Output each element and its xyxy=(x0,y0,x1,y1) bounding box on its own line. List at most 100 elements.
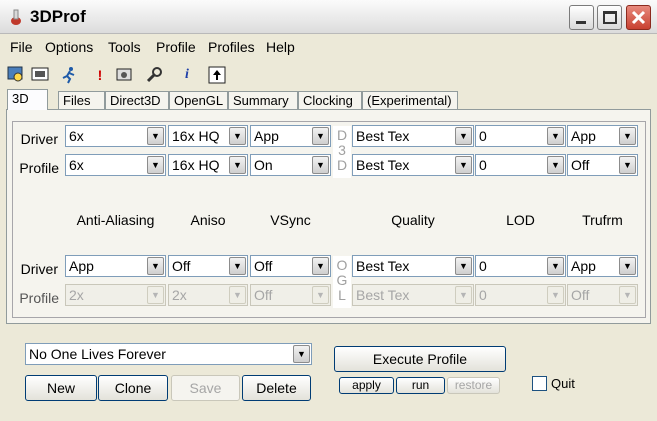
execute-profile-button[interactable]: Execute Profile xyxy=(334,346,506,372)
chevron-down-icon: ▼ xyxy=(619,257,636,275)
chevron-down-icon: ▼ xyxy=(229,286,246,304)
chevron-down-icon: ▼ xyxy=(455,156,472,174)
chevron-down-icon: ▼ xyxy=(455,286,472,304)
chevron-down-icon: ▼ xyxy=(619,127,636,145)
d3d-driver-label: Driver xyxy=(20,131,58,147)
maximize-icon xyxy=(603,11,617,24)
d3d-profile-trufrm-select[interactable]: Off ▼ xyxy=(567,154,638,176)
d3d-profile-aniso-select[interactable]: 16x HQ ▼ xyxy=(168,154,248,176)
ogl-profile-lod-select: 0 ▼ xyxy=(475,284,566,306)
title-bar[interactable] xyxy=(0,0,657,34)
display-icon[interactable] xyxy=(31,66,49,84)
ogl-driver-vsync-select[interactable]: Off ▼ xyxy=(250,255,331,277)
ogl-driver-aniso-select[interactable]: Off ▼ xyxy=(168,255,248,277)
tab-3d[interactable]: 3D xyxy=(7,89,48,110)
menu-profile[interactable]: Profile xyxy=(156,39,196,55)
chevron-down-icon: ▼ xyxy=(547,156,564,174)
quit-checkbox[interactable] xyxy=(532,376,547,391)
save-button: Save xyxy=(171,375,240,401)
chevron-down-icon: ▼ xyxy=(312,156,329,174)
wrench-icon[interactable] xyxy=(145,66,163,84)
d3d-profile-vsync-select[interactable]: On ▼ xyxy=(250,154,331,176)
tab-experimental[interactable]: (Experimental) xyxy=(362,91,458,109)
d3d-vertical-label: D3D xyxy=(333,126,351,178)
profile-select[interactable]: No One Lives Forever ▼ xyxy=(25,343,312,365)
apply-button[interactable]: apply xyxy=(339,377,394,394)
d3d-driver-vsync-select[interactable]: App ▼ xyxy=(250,125,331,147)
d3d-driver-trufrm-select[interactable]: App ▼ xyxy=(567,125,638,147)
info-icon[interactable]: i xyxy=(178,66,196,84)
chevron-down-icon: ▼ xyxy=(619,156,636,174)
tab-files[interactable]: Files xyxy=(58,91,105,109)
chevron-down-icon: ▼ xyxy=(312,286,329,304)
menu-file[interactable]: File xyxy=(10,39,33,55)
quit-label: Quit xyxy=(551,376,575,391)
exclamation-icon[interactable]: ! xyxy=(91,66,109,84)
tab-clocking[interactable]: Clocking xyxy=(298,91,362,109)
column-lod: LOD xyxy=(506,212,535,228)
chevron-down-icon: ▼ xyxy=(229,156,246,174)
chevron-down-icon: ▼ xyxy=(312,257,329,275)
new-button[interactable]: New xyxy=(25,375,97,401)
window-title: 3DProf xyxy=(30,7,86,26)
menu-bar: File Options Tools Profile Profiles Help xyxy=(0,36,657,58)
close-icon xyxy=(631,10,646,25)
column-trufrm: Trufrm xyxy=(582,212,623,228)
chevron-down-icon: ▼ xyxy=(147,286,164,304)
chevron-down-icon: ▼ xyxy=(147,127,164,145)
d3d-profile-lod-select[interactable]: 0 ▼ xyxy=(475,154,566,176)
delete-button[interactable]: Delete xyxy=(242,375,311,401)
ogl-profile-aniso-select: 2x ▼ xyxy=(168,284,248,306)
column-quality: Quality xyxy=(391,212,435,228)
menu-profiles[interactable]: Profiles xyxy=(208,39,255,55)
d3d-driver-aa-select[interactable]: 6x ▼ xyxy=(65,125,166,147)
tab-opengl[interactable]: OpenGL xyxy=(169,91,228,109)
close-button[interactable] xyxy=(626,5,651,30)
toolbar: ! i xyxy=(0,62,657,88)
upload-icon[interactable] xyxy=(208,66,226,84)
d3d-profile-quality-select[interactable]: Best Tex ▼ xyxy=(352,154,474,176)
chevron-down-icon: ▼ xyxy=(229,127,246,145)
menu-help[interactable]: Help xyxy=(266,39,295,55)
chevron-down-icon: ▼ xyxy=(293,345,310,363)
maximize-button[interactable] xyxy=(597,5,622,30)
chevron-down-icon: ▼ xyxy=(312,127,329,145)
run-button[interactable]: run xyxy=(396,377,445,394)
chevron-down-icon: ▼ xyxy=(619,286,636,304)
chevron-down-icon: ▼ xyxy=(147,156,164,174)
minimize-button[interactable] xyxy=(569,5,594,30)
clone-button[interactable]: Clone xyxy=(98,375,168,401)
app-icon xyxy=(11,9,21,25)
d3d-driver-aniso-select[interactable]: 16x HQ ▼ xyxy=(168,125,248,147)
chevron-down-icon: ▼ xyxy=(547,127,564,145)
ogl-driver-lod-select[interactable]: 0 ▼ xyxy=(475,255,566,277)
runner-icon[interactable] xyxy=(60,66,78,84)
d3d-profile-aa-select[interactable]: 6x ▼ xyxy=(65,154,166,176)
ogl-profile-trufrm-select: Off ▼ xyxy=(567,284,638,306)
ogl-driver-aa-select[interactable]: App ▼ xyxy=(65,255,166,277)
chevron-down-icon: ▼ xyxy=(147,257,164,275)
ogl-profile-label: Profile xyxy=(19,290,59,306)
d3d-profile-label: Profile xyxy=(19,160,59,176)
d3d-driver-lod-select[interactable]: 0 ▼ xyxy=(475,125,566,147)
ogl-driver-quality-select[interactable]: Best Tex ▼ xyxy=(352,255,474,277)
chevron-down-icon: ▼ xyxy=(455,257,472,275)
d3d-driver-quality-select[interactable]: Best Tex ▼ xyxy=(352,125,474,147)
ogl-driver-label: Driver xyxy=(20,261,58,277)
chevron-down-icon: ▼ xyxy=(229,257,246,275)
restore-button: restore xyxy=(447,377,500,394)
gear-icon[interactable] xyxy=(115,66,133,84)
menu-options[interactable]: Options xyxy=(45,39,93,55)
ogl-driver-trufrm-select[interactable]: App ▼ xyxy=(567,255,638,277)
ogl-profile-quality-select: Best Tex ▼ xyxy=(352,284,474,306)
tab-direct3d[interactable]: Direct3D xyxy=(105,91,169,109)
ogl-profile-vsync-select: Off ▼ xyxy=(250,284,331,306)
menu-tools[interactable]: Tools xyxy=(108,39,141,55)
tab-summary[interactable]: Summary xyxy=(228,91,298,109)
chevron-down-icon: ▼ xyxy=(455,127,472,145)
column-aniso: Aniso xyxy=(190,212,226,228)
image-search-icon[interactable] xyxy=(7,66,25,84)
ogl-profile-aa-select: 2x ▼ xyxy=(65,284,166,306)
chevron-down-icon: ▼ xyxy=(547,257,564,275)
chevron-down-icon: ▼ xyxy=(547,286,564,304)
